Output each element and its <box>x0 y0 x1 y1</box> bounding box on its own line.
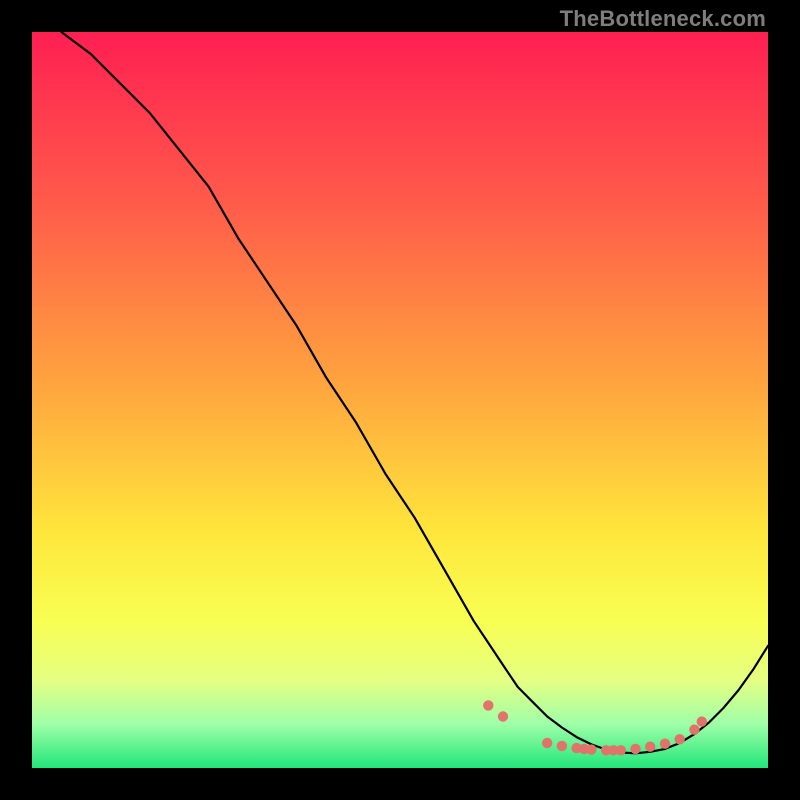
data-point <box>586 744 596 754</box>
data-point <box>483 700 493 710</box>
curve-line <box>61 32 768 753</box>
data-point <box>697 716 707 726</box>
data-point <box>557 741 567 751</box>
attribution-text: TheBottleneck.com <box>560 6 766 32</box>
data-point <box>616 745 626 755</box>
curve-group <box>61 32 768 753</box>
data-point <box>542 738 552 748</box>
chart-svg <box>32 32 768 768</box>
chart-container: TheBottleneck.com <box>0 0 800 800</box>
data-point <box>645 742 655 752</box>
data-point <box>630 744 640 754</box>
data-point <box>689 725 699 735</box>
data-point <box>675 734 685 744</box>
data-point <box>660 739 670 749</box>
data-point <box>498 711 508 721</box>
dots-group <box>483 700 707 755</box>
plot-area <box>32 32 768 768</box>
